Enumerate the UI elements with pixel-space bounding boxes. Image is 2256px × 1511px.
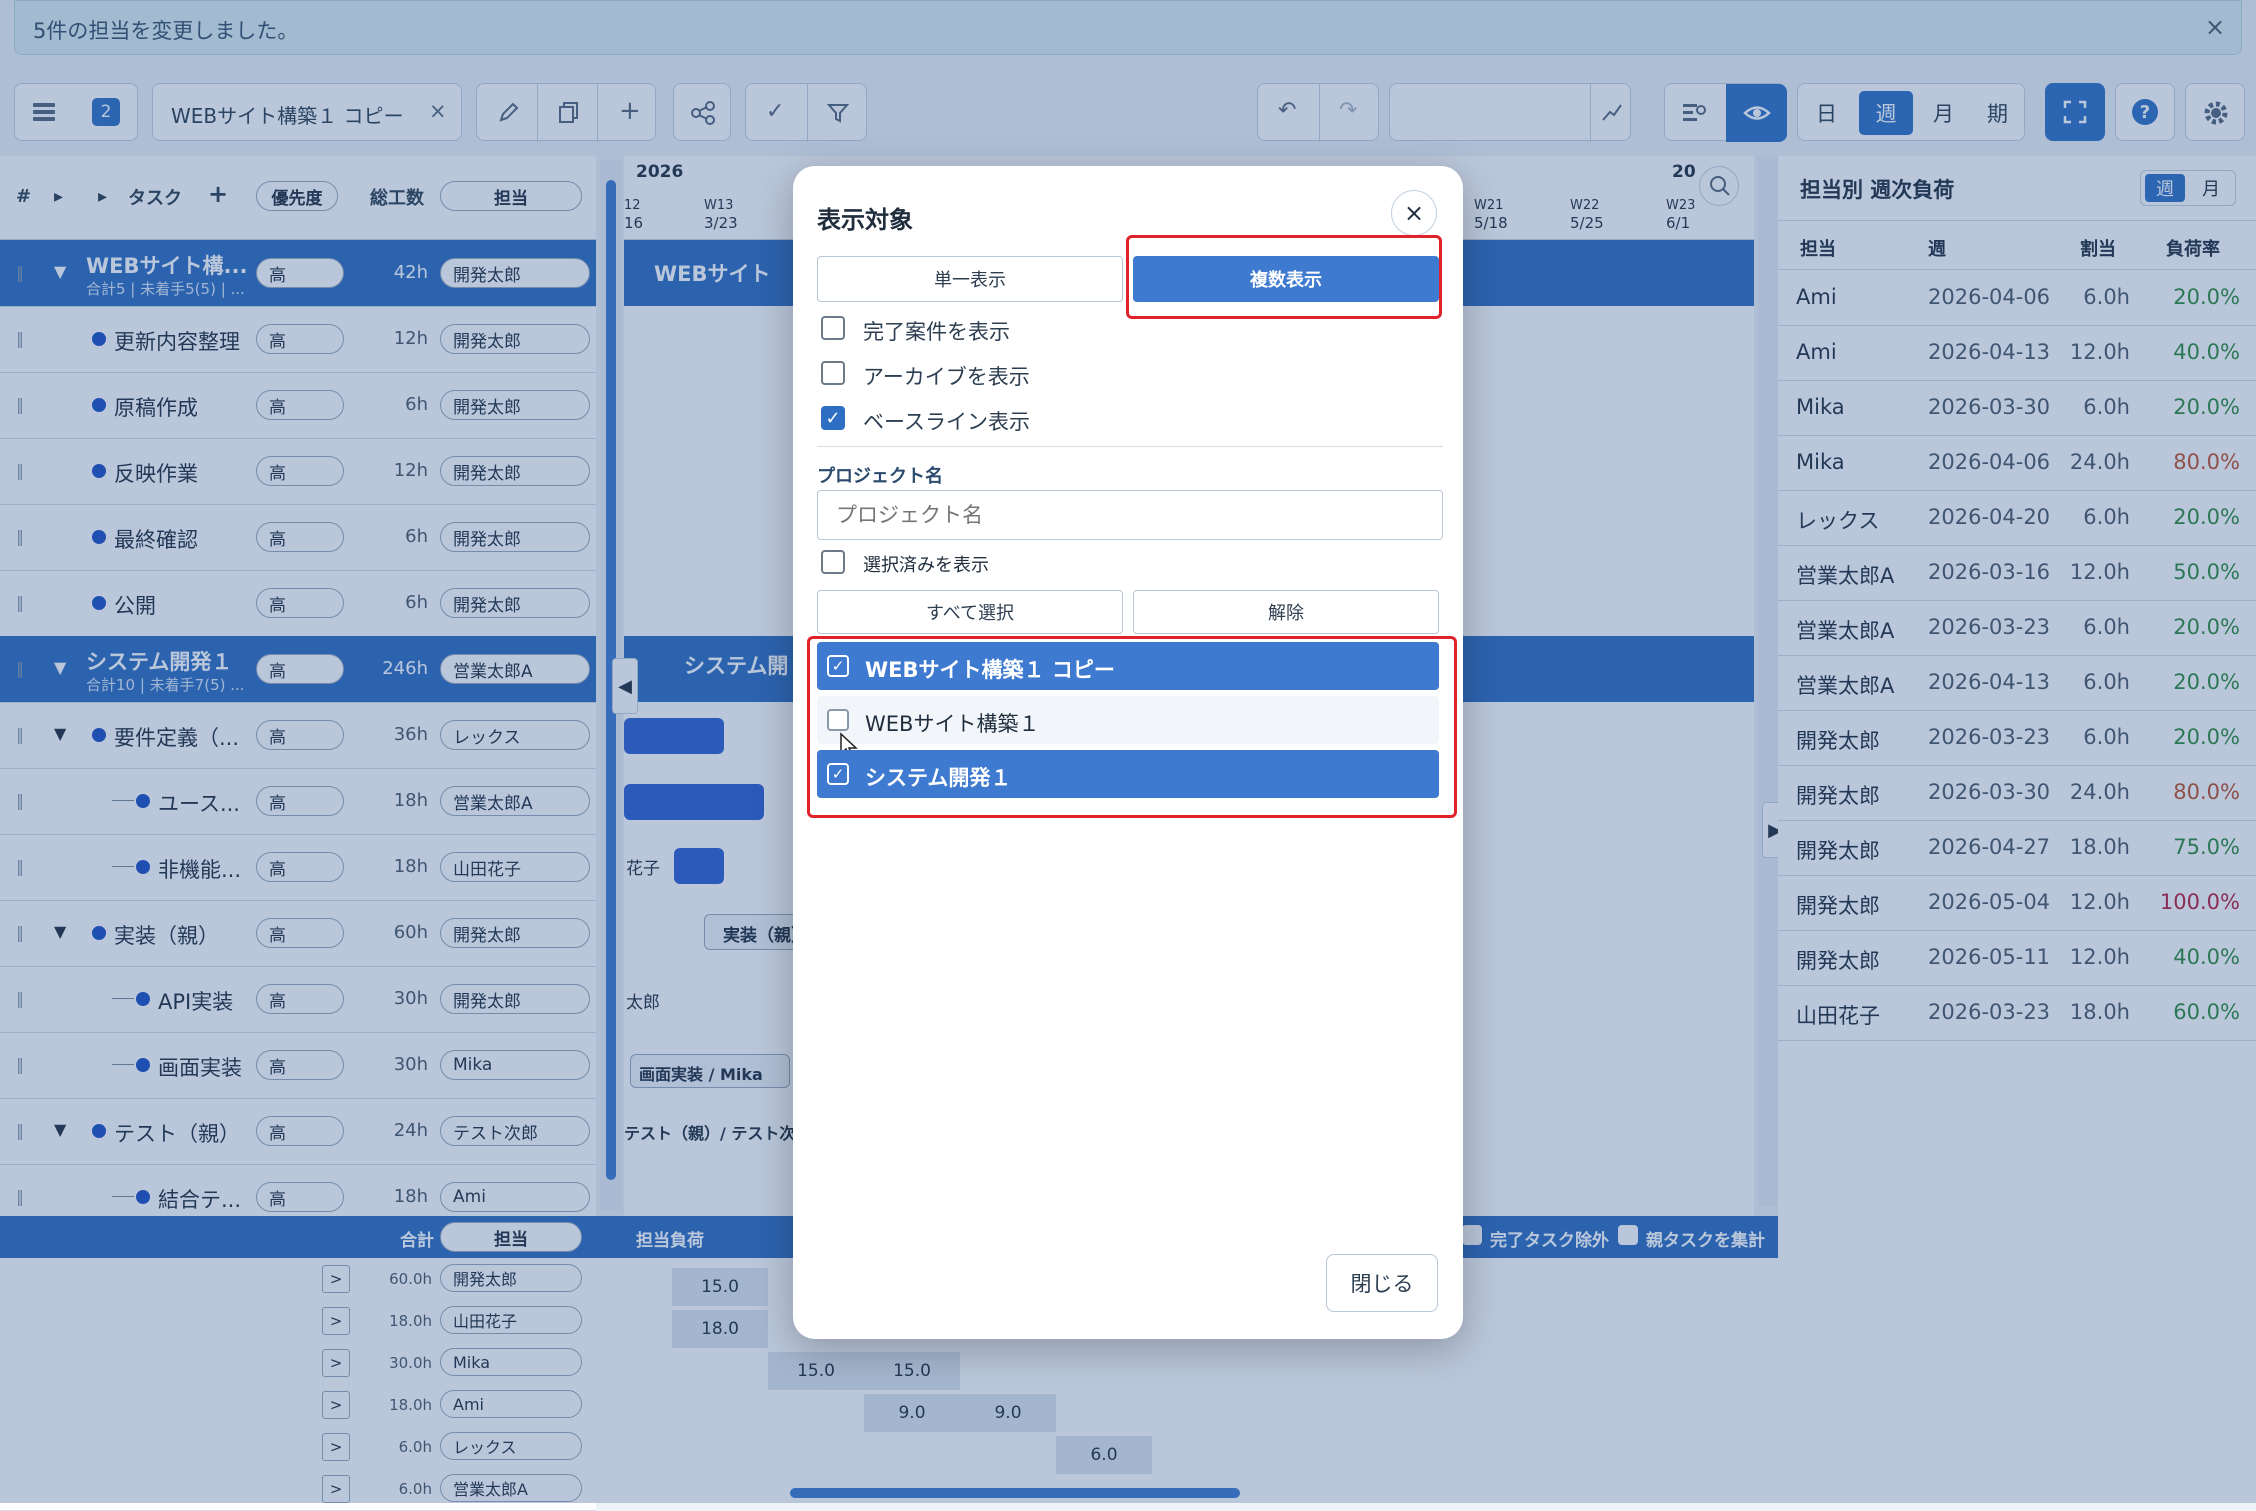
display-target-modal: 表示対象 × 単一表示 複数表示 完了案件を表示 アーカイブを表示 ✓ ベースラ… bbox=[793, 166, 1463, 1339]
select-all-button[interactable]: すべて選択 bbox=[817, 590, 1123, 634]
project-item-label: WEBサイト構築１ bbox=[865, 712, 1040, 736]
project-item-label: WEBサイト構築１ コピー bbox=[865, 658, 1115, 682]
show-selected-label: 選択済みを表示 bbox=[863, 555, 989, 576]
project-name-label: プロジェクト名 bbox=[817, 466, 943, 487]
project-item-checkbox[interactable]: ✓ bbox=[827, 763, 849, 785]
show-completed-label: 完了案件を表示 bbox=[863, 320, 1010, 344]
modal-title: 表示対象 bbox=[817, 206, 913, 234]
single-view-button[interactable]: 単一表示 bbox=[817, 256, 1123, 302]
modal-close-button[interactable]: 閉じる bbox=[1326, 1254, 1438, 1312]
show-archive-label: アーカイブを表示 bbox=[863, 365, 1030, 389]
show-baseline-label: ベースライン表示 bbox=[863, 410, 1030, 434]
project-item[interactable]: WEBサイト構築１ bbox=[817, 696, 1439, 744]
project-item-checkbox[interactable]: ✓ bbox=[827, 655, 849, 677]
project-item-checkbox[interactable] bbox=[827, 709, 849, 731]
divider bbox=[817, 446, 1443, 447]
project-item[interactable]: ✓ WEBサイト構築１ コピー bbox=[817, 642, 1439, 690]
show-completed-checkbox[interactable] bbox=[821, 316, 845, 340]
project-item-label: システム開発１ bbox=[865, 766, 1012, 790]
project-item[interactable]: ✓ システム開発１ bbox=[817, 750, 1439, 798]
modal-close-icon[interactable]: × bbox=[1391, 190, 1437, 236]
show-baseline-checkbox[interactable]: ✓ bbox=[821, 406, 845, 430]
show-selected-checkbox[interactable] bbox=[821, 550, 845, 574]
deselect-button[interactable]: 解除 bbox=[1133, 590, 1439, 634]
project-name-input[interactable] bbox=[817, 490, 1443, 540]
multi-view-button[interactable]: 複数表示 bbox=[1133, 256, 1439, 302]
show-archive-checkbox[interactable] bbox=[821, 361, 845, 385]
